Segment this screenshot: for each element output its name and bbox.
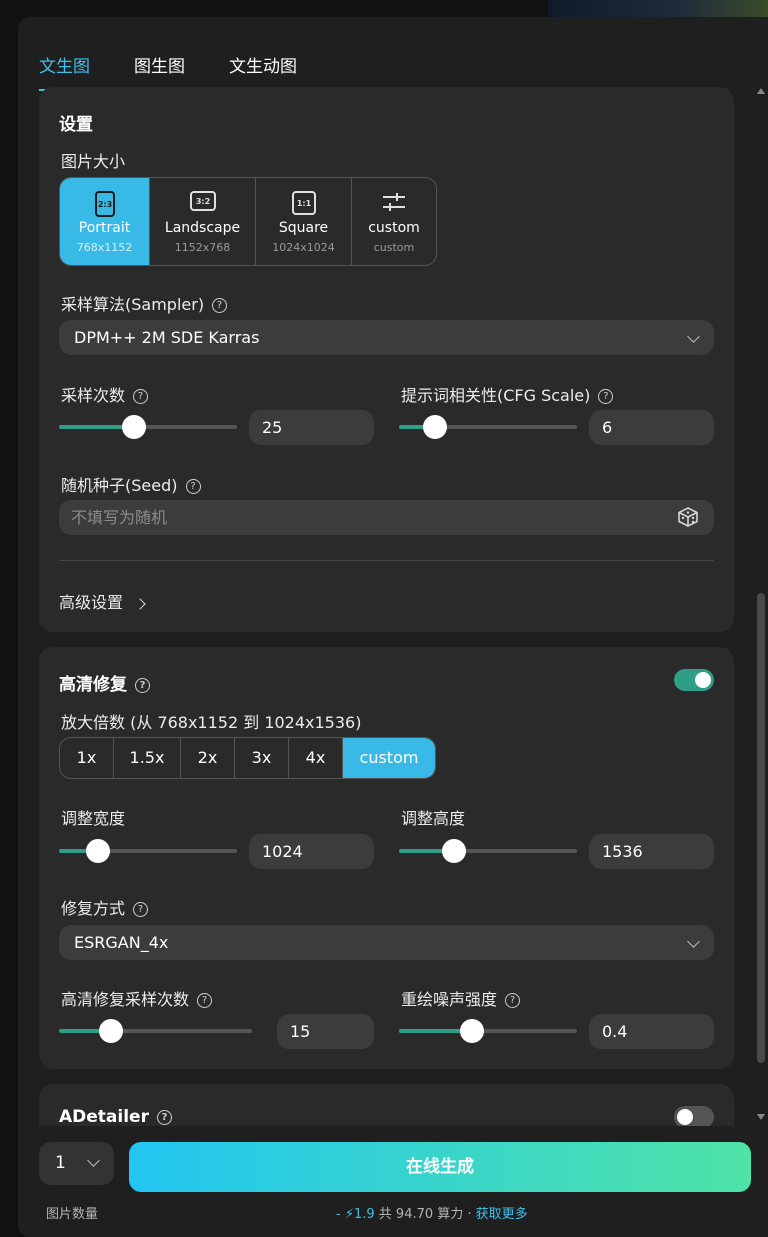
- denoise-input[interactable]: 0.4: [589, 1014, 714, 1049]
- generate-button[interactable]: 在线生成: [129, 1142, 751, 1192]
- hires-toggle[interactable]: [674, 669, 714, 691]
- dice-icon[interactable]: [677, 506, 699, 528]
- size-option-dims: 1152x768: [174, 241, 231, 254]
- denoise-label: 重绘噪声强度?: [401, 986, 521, 1010]
- chevron-down-icon: [687, 935, 700, 948]
- tab-text-to-image[interactable]: 文生图: [39, 52, 90, 91]
- svg-text:1:1: 1:1: [296, 199, 311, 208]
- slider-handle[interactable]: [121, 415, 146, 439]
- cfg-slider[interactable]: [399, 415, 577, 439]
- height-slider[interactable]: [399, 839, 577, 863]
- help-icon[interactable]: ?: [133, 902, 149, 917]
- width-label: 调整宽度: [61, 809, 126, 828]
- size-option-name: Square: [278, 220, 329, 236]
- image-size-label: 图片大小: [61, 152, 126, 171]
- square-ratio-icon: 1:1: [291, 191, 316, 215]
- help-icon[interactable]: ?: [135, 677, 150, 693]
- scale-option-3x[interactable]: 3x: [235, 738, 289, 778]
- width-slider[interactable]: [59, 839, 237, 863]
- steps-label: 采样次数?: [61, 382, 149, 406]
- cfg-input[interactable]: 6: [589, 410, 714, 445]
- slider-handle[interactable]: [442, 839, 467, 863]
- tab-image-to-image[interactable]: 图生图: [134, 52, 185, 83]
- slider-handle[interactable]: [459, 1019, 484, 1043]
- landscape-ratio-icon: 3:2: [189, 191, 216, 211]
- upscaler-select[interactable]: ESRGAN_4x: [59, 925, 714, 960]
- scale-option-1-5x[interactable]: 1.5x: [114, 738, 181, 778]
- steps-input[interactable]: 25: [249, 410, 374, 445]
- size-option-custom[interactable]: custom custom: [352, 178, 436, 265]
- help-icon[interactable]: ?: [185, 479, 201, 494]
- seed-label: 随机种子(Seed)?: [61, 472, 201, 496]
- size-option-name: custom: [368, 220, 420, 236]
- scroll-up-arrow[interactable]: [757, 88, 765, 94]
- height-input[interactable]: 1536: [589, 834, 714, 869]
- settings-divider: [59, 560, 714, 561]
- denoise-slider[interactable]: [399, 1019, 577, 1043]
- scrollbar-thumb[interactable]: [757, 593, 765, 1063]
- image-count-label: 图片数量: [46, 1207, 99, 1222]
- sampler-label: 采样算法(Sampler)?: [61, 291, 228, 315]
- svg-text:2:3: 2:3: [97, 200, 111, 209]
- settings-card: [39, 87, 734, 632]
- scale-option-2x[interactable]: 2x: [181, 738, 235, 778]
- sliders-icon: [383, 193, 405, 211]
- lightning-icon: ⚡: [344, 1207, 354, 1222]
- slider-handle[interactable]: [86, 839, 111, 863]
- size-option-dims: custom: [373, 241, 415, 254]
- scale-option-4x[interactable]: 4x: [289, 738, 343, 778]
- adetailer-title: ADetailer?: [59, 1107, 172, 1127]
- slider-handle[interactable]: [422, 415, 447, 439]
- size-option-landscape[interactable]: 3:2 Landscape 1152x768: [150, 178, 256, 265]
- hires-steps-slider[interactable]: [59, 1019, 252, 1043]
- seed-input[interactable]: 不填写为随机: [59, 500, 714, 535]
- size-option-name: Portrait: [78, 220, 131, 236]
- help-icon[interactable]: ?: [598, 389, 614, 404]
- size-option-name: Landscape: [164, 220, 241, 236]
- toggle-knob: [677, 1109, 693, 1125]
- slider-handle[interactable]: [99, 1019, 124, 1043]
- sampler-select[interactable]: DPM++ 2M SDE Karras: [59, 320, 714, 355]
- adetailer-toggle[interactable]: [674, 1106, 714, 1128]
- size-option-portrait[interactable]: 2:3 Portrait 768x1152: [60, 178, 150, 265]
- image-size-selector: 2:3 Portrait 768x1152 3:2 Landscape 1152…: [59, 177, 437, 266]
- portrait-ratio-icon: 2:3: [94, 191, 115, 217]
- scale-selector: 1x 1.5x 2x 3x 4x custom: [59, 737, 436, 779]
- get-more-link[interactable]: 获取更多: [476, 1207, 528, 1222]
- help-icon[interactable]: ?: [212, 298, 228, 313]
- height-label: 调整高度: [401, 809, 466, 828]
- help-icon[interactable]: ?: [505, 993, 521, 1008]
- size-option-square[interactable]: 1:1 Square 1024x1024: [256, 178, 352, 265]
- width-input[interactable]: 1024: [249, 834, 374, 869]
- help-icon[interactable]: ?: [197, 993, 213, 1008]
- toggle-knob: [695, 672, 711, 688]
- hires-steps-label: 高清修复采样次数?: [61, 986, 213, 1010]
- size-option-dims: 1024x1024: [272, 241, 335, 254]
- chevron-down-icon: [87, 1154, 100, 1167]
- cfg-label: 提示词相关性(CFG Scale)?: [401, 382, 614, 406]
- scale-option-custom[interactable]: custom: [343, 738, 435, 778]
- svg-text:3:2: 3:2: [195, 197, 209, 206]
- size-option-dims: 768x1152: [76, 241, 133, 254]
- advanced-settings-link[interactable]: 高级设置: [59, 589, 146, 613]
- hires-title: 高清修复?: [59, 670, 150, 695]
- settings-title: 设置: [59, 115, 93, 135]
- cost-info: - ⚡1.9 共 94.70 算力 · 获取更多: [336, 1207, 528, 1222]
- chevron-right-icon: [134, 597, 146, 610]
- hires-steps-input[interactable]: 15: [277, 1014, 374, 1049]
- steps-slider[interactable]: [59, 415, 237, 439]
- scale-option-1x[interactable]: 1x: [60, 738, 114, 778]
- help-icon[interactable]: ?: [133, 389, 149, 404]
- help-icon[interactable]: ?: [156, 1109, 172, 1125]
- method-label: 修复方式?: [61, 895, 149, 919]
- tab-text-to-animation[interactable]: 文生动图: [229, 52, 297, 83]
- chevron-down-icon: [687, 330, 700, 343]
- mode-tabs: 文生图 图生图 文生动图: [39, 52, 341, 91]
- scale-label: 放大倍数 (从 768x1152 到 1024x1536): [61, 713, 362, 732]
- image-count-select[interactable]: 1: [39, 1142, 114, 1185]
- scroll-down-arrow[interactable]: [757, 1114, 765, 1120]
